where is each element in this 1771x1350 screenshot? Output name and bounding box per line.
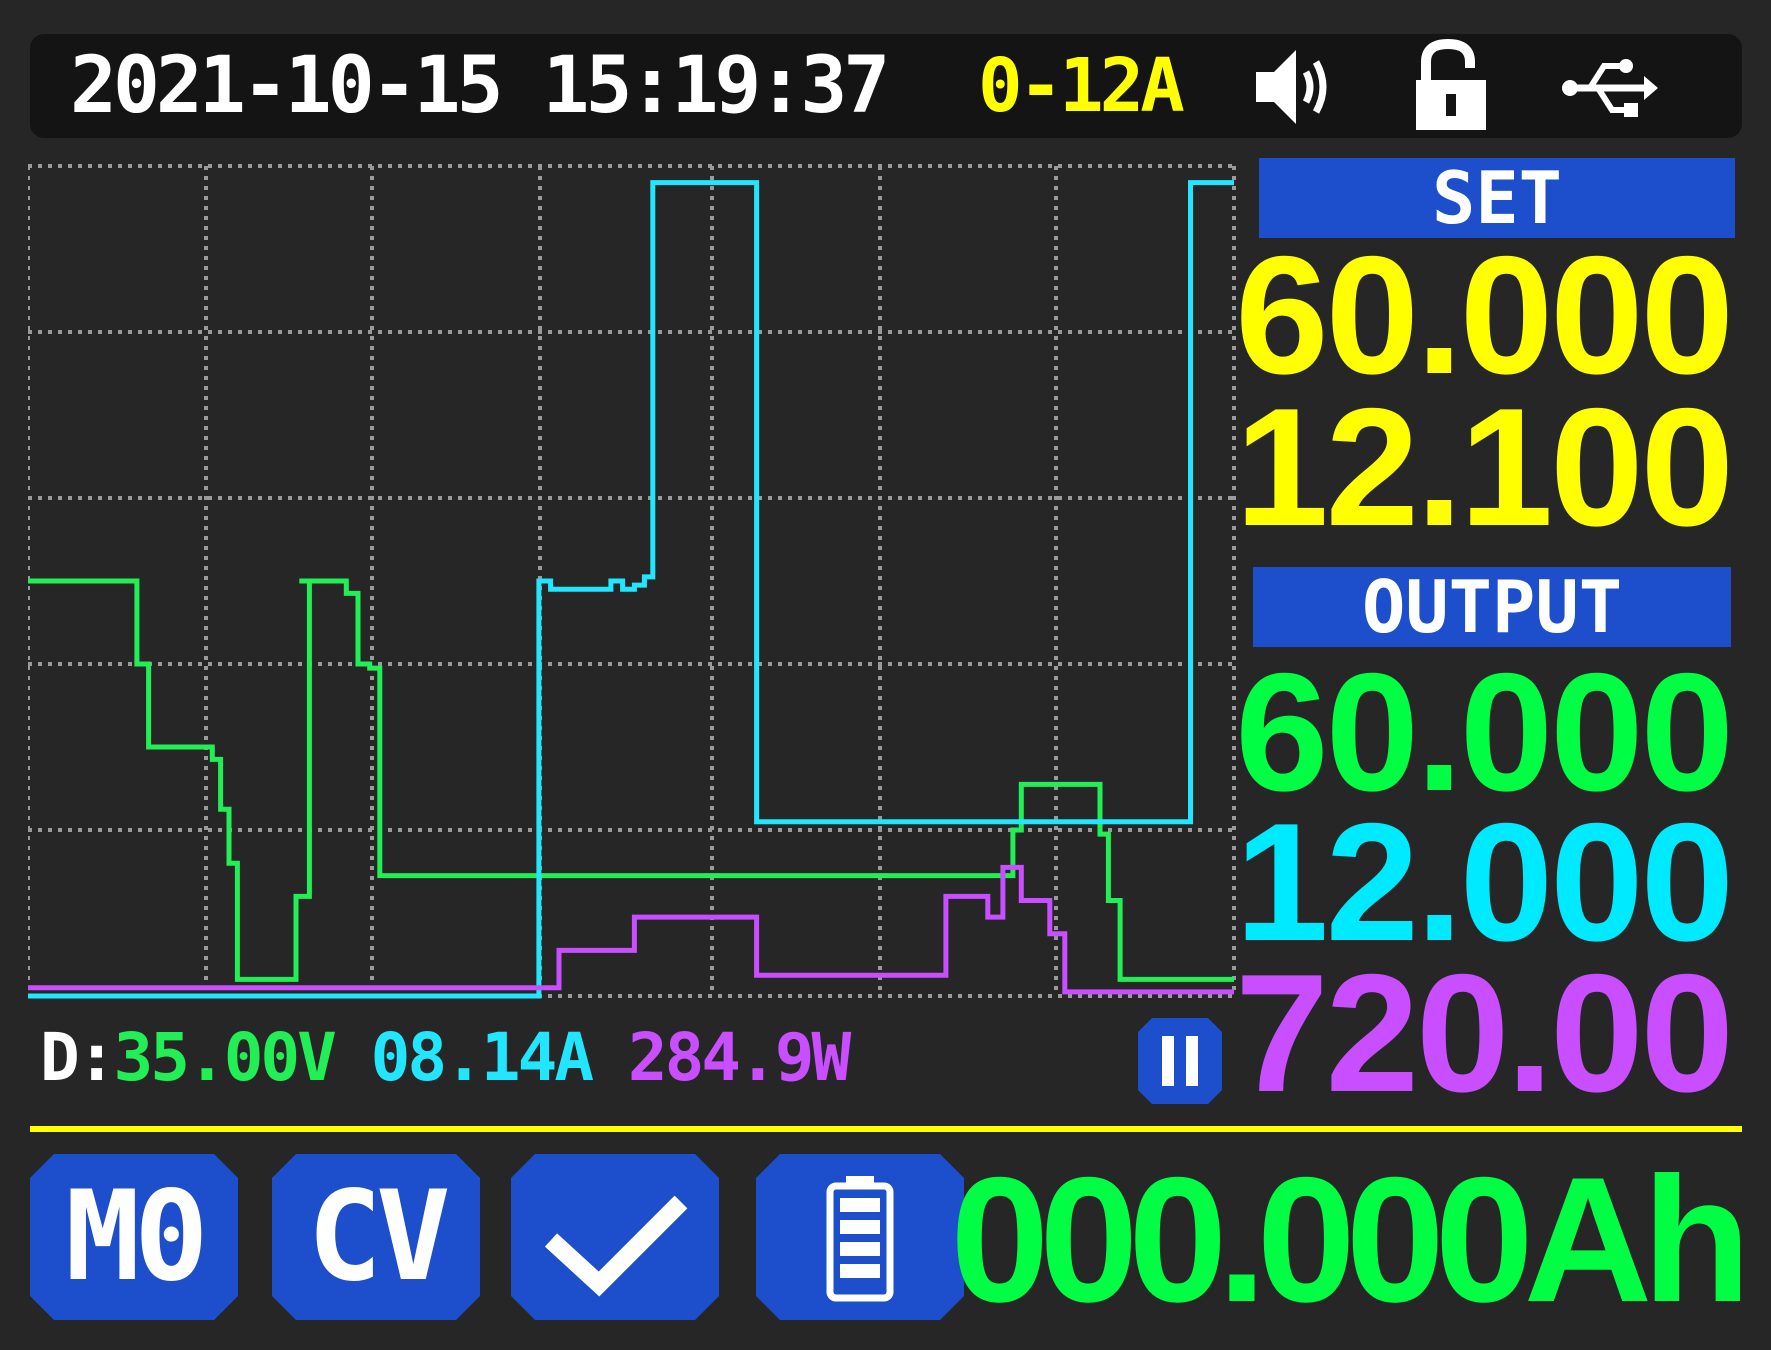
speaker-icon[interactable] <box>1248 42 1344 132</box>
capacity-ah: 000.000Ah <box>950 1140 1751 1339</box>
datetime: 2021-10-15 15:19:37 <box>70 41 890 131</box>
output-label: OUTPUT <box>1253 567 1731 647</box>
set-voltage[interactable]: 60.000 <box>1235 231 1734 399</box>
voltage-trace <box>28 578 1234 982</box>
mode-label: CV <box>307 1165 450 1309</box>
current-range: 0-12A <box>978 43 1185 129</box>
pause-button[interactable] <box>1138 1018 1222 1104</box>
battery-button[interactable] <box>756 1154 964 1320</box>
output-voltage: 60.000 <box>1235 638 1734 826</box>
cursor-readout: D:35.00V 08.14A 284.9W <box>40 1018 851 1098</box>
readout-prefix: D: <box>40 1019 117 1096</box>
memory-label: M0 <box>65 1165 208 1309</box>
output-power: 720.00 <box>1235 939 1734 1127</box>
waveform-chart <box>28 164 1236 999</box>
confirm-button[interactable] <box>511 1154 719 1320</box>
unlocked-padlock-icon[interactable] <box>1410 38 1494 134</box>
pause-icon <box>1162 1036 1174 1086</box>
readout-current: 08.14A <box>370 1019 594 1096</box>
output-current: 12.000 <box>1235 788 1734 976</box>
usb-icon <box>1562 59 1658 117</box>
divider <box>30 1126 1742 1132</box>
mode-button[interactable]: CV <box>272 1154 480 1320</box>
power-trace <box>28 864 1234 995</box>
memory-button[interactable]: M0 <box>30 1154 238 1320</box>
readout-power: 284.9W <box>627 1019 851 1096</box>
readout-voltage: 35.00V <box>113 1019 336 1096</box>
set-current[interactable]: 12.100 <box>1235 383 1734 551</box>
status-bar: 2021-10-15 15:19:37 0-12A <box>30 34 1742 138</box>
